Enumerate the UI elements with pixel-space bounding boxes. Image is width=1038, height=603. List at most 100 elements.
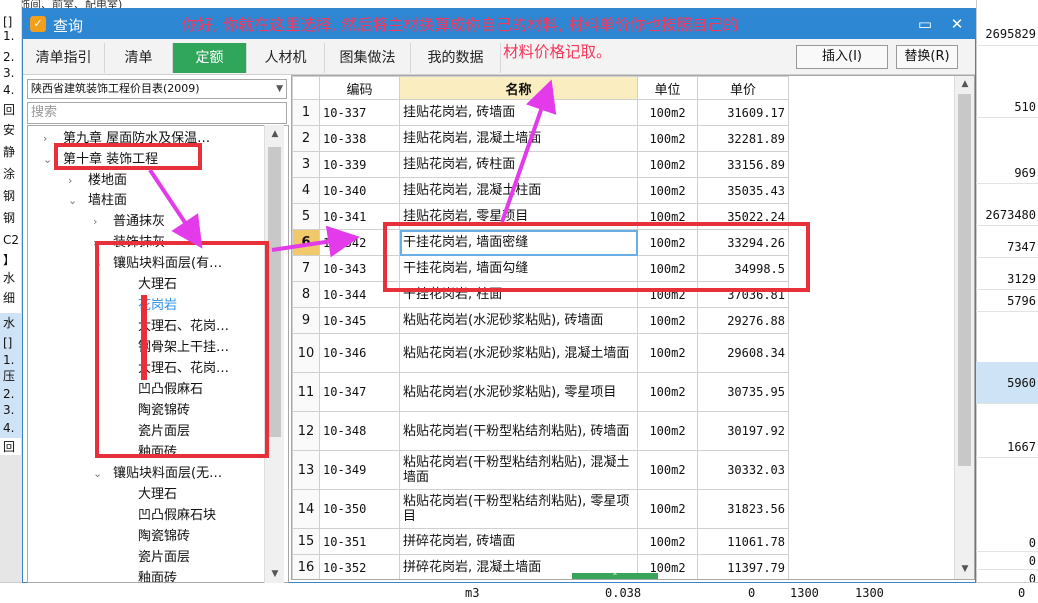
row-index[interactable]: 6: [292, 229, 320, 256]
chevron-right-icon[interactable]: ›: [68, 170, 80, 191]
table-row[interactable]: 14 10-350 粘贴花岗岩(干粉型粘结剂粘贴), 零星项目 100m2 31823.…: [292, 489, 789, 529]
close-icon[interactable]: ✕: [947, 14, 967, 34]
chevron-down-icon[interactable]: ⌄: [93, 463, 105, 484]
row-unit[interactable]: 100m2: [637, 411, 698, 451]
row-price[interactable]: 30735.95: [697, 372, 789, 412]
maximize-icon[interactable]: ▭: [915, 14, 935, 34]
col-code-header[interactable]: 编码: [319, 76, 400, 100]
row-code[interactable]: 10-350: [319, 489, 400, 529]
row-price[interactable]: 30332.03: [697, 450, 789, 490]
tree-item[interactable]: › 楼地面: [68, 170, 127, 191]
row-unit[interactable]: 100m2: [637, 528, 698, 555]
row-unit[interactable]: 100m2: [637, 450, 698, 490]
row-index[interactable]: 11: [292, 372, 320, 412]
scroll-down-icon[interactable]: ▼: [265, 565, 285, 583]
row-index[interactable]: 8: [292, 281, 320, 308]
row-code[interactable]: 10-347: [319, 372, 400, 412]
table-row[interactable]: 11 10-347 粘贴花岗岩(水泥砂浆粘贴), 零星项目 100m2 30735.95: [292, 372, 789, 412]
insert-button[interactable]: 插入(I): [796, 45, 888, 69]
row-unit[interactable]: 100m2: [637, 177, 698, 204]
tab-my-data[interactable]: 我的数据: [411, 43, 501, 73]
tree-item[interactable]: 釉面砖: [138, 568, 177, 582]
row-index[interactable]: 10: [292, 333, 320, 373]
col-name-header[interactable]: 名称: [399, 76, 638, 100]
chevron-down-icon[interactable]: ⌄: [68, 190, 80, 211]
library-select[interactable]: 陕西省建筑装饰工程价目表(2009) ▼: [27, 79, 287, 99]
row-code[interactable]: 10-351: [319, 528, 400, 555]
row-index[interactable]: 5: [292, 203, 320, 230]
row-name[interactable]: 粘贴花岗岩(水泥砂浆粘贴), 零星项目: [399, 372, 638, 412]
tab-list[interactable]: 清单: [105, 43, 173, 73]
row-price[interactable]: 29608.34: [697, 333, 789, 373]
table-row[interactable]: 1 10-337 挂贴花岗岩, 砖墙面 100m2 31609.17: [292, 99, 789, 126]
tree-item[interactable]: › 普通抹灰: [93, 211, 165, 232]
row-price[interactable]: 11397.79: [697, 554, 789, 579]
row-price[interactable]: 32281.89: [697, 125, 789, 152]
row-code[interactable]: 10-348: [319, 411, 400, 451]
grid-scrollbar[interactable]: ▲ ▼: [954, 76, 974, 579]
row-index[interactable]: 7: [292, 255, 320, 282]
table-row[interactable]: 3 10-339 挂贴花岗岩, 砖柱面 100m2 33156.89: [292, 151, 789, 178]
col-price-header[interactable]: 单价: [697, 76, 789, 100]
row-code[interactable]: 10-349: [319, 450, 400, 490]
scroll-up-icon[interactable]: ▲: [265, 125, 285, 143]
row-code[interactable]: 10-338: [319, 125, 400, 152]
row-code[interactable]: 10-345: [319, 307, 400, 334]
table-row[interactable]: 10 10-346 粘贴花岗岩(水泥砂浆粘贴), 混凝土墙面 100m2 29608.3…: [292, 333, 789, 373]
table-row[interactable]: 2 10-338 挂贴花岗岩, 混凝土墙面 100m2 32281.89: [292, 125, 789, 152]
row-unit[interactable]: 100m2: [637, 489, 698, 529]
row-name[interactable]: 挂贴花岗岩, 混凝土柱面: [399, 177, 638, 204]
row-index[interactable]: 4: [292, 177, 320, 204]
tree-item[interactable]: 大理石: [138, 484, 177, 505]
tree-item[interactable]: 凹凸假麻石块: [138, 505, 216, 526]
row-name[interactable]: 粘贴花岗岩(干粉型粘结剂粘贴), 混凝土墙面: [399, 450, 638, 490]
row-unit[interactable]: 100m2: [637, 333, 698, 373]
tab-atlas-method[interactable]: 图集做法: [325, 43, 411, 73]
tab-list-guide[interactable]: 清单指引: [23, 43, 105, 73]
row-unit[interactable]: 100m2: [637, 307, 698, 334]
row-name[interactable]: 粘贴花岗岩(水泥砂浆粘贴), 混凝土墙面: [399, 333, 638, 373]
row-name[interactable]: 拼碎花岗岩, 砖墙面: [399, 528, 638, 555]
tree-scroll-thumb[interactable]: [268, 147, 281, 437]
row-name[interactable]: 挂贴花岗岩, 砖柱面: [399, 151, 638, 178]
scroll-down-icon[interactable]: ▼: [955, 561, 974, 577]
row-price[interactable]: 31609.17: [697, 99, 789, 126]
row-price[interactable]: 33156.89: [697, 151, 789, 178]
row-name[interactable]: 粘贴花岗岩(干粉型粘结剂粘贴), 砖墙面: [399, 411, 638, 451]
table-row[interactable]: 15 10-351 拼碎花岗岩, 砖墙面 100m2 11061.78: [292, 528, 789, 555]
table-row[interactable]: 13 10-349 粘贴花岗岩(干粉型粘结剂粘贴), 混凝土墙面 100m2 30332…: [292, 450, 789, 490]
row-code[interactable]: 10-339: [319, 151, 400, 178]
replace-button[interactable]: 替换(R): [896, 45, 958, 69]
scroll-up-icon[interactable]: ▲: [955, 76, 974, 92]
tree-item[interactable]: 陶瓷锦砖: [138, 526, 190, 547]
row-name[interactable]: 挂贴花岗岩, 混凝土墙面: [399, 125, 638, 152]
row-price[interactable]: 35035.43: [697, 177, 789, 204]
row-price[interactable]: 31823.56: [697, 489, 789, 529]
table-row[interactable]: 16 10-352 拼碎花岗岩, 混凝土墙面 100m2 11397.79: [292, 554, 789, 579]
row-name[interactable]: 挂贴花岗岩, 砖墙面: [399, 99, 638, 126]
table-row[interactable]: 4 10-340 挂贴花岗岩, 混凝土柱面 100m2 35035.43: [292, 177, 789, 204]
row-index[interactable]: 12: [292, 411, 320, 451]
row-unit[interactable]: 100m2: [637, 125, 698, 152]
row-index[interactable]: 9: [292, 307, 320, 334]
row-price[interactable]: 29276.88: [697, 307, 789, 334]
row-price[interactable]: 11061.78: [697, 528, 789, 555]
row-code[interactable]: 10-337: [319, 99, 400, 126]
row-name[interactable]: 粘贴花岗岩(干粉型粘结剂粘贴), 零星项目: [399, 489, 638, 529]
row-index[interactable]: 1: [292, 99, 320, 126]
row-unit[interactable]: 100m2: [637, 151, 698, 178]
row-code[interactable]: 10-352: [319, 554, 400, 579]
tree-item[interactable]: 瓷片面层: [138, 547, 190, 568]
row-index[interactable]: 13: [292, 450, 320, 490]
row-index[interactable]: 15: [292, 528, 320, 555]
row-name[interactable]: 粘贴花岗岩(水泥砂浆粘贴), 砖墙面: [399, 307, 638, 334]
row-unit[interactable]: 100m2: [637, 99, 698, 126]
row-index[interactable]: 3: [292, 151, 320, 178]
row-unit[interactable]: 100m2: [637, 372, 698, 412]
tree-item[interactable]: ⌄ 墙柱面: [68, 190, 127, 211]
tree-item[interactable]: ⌄ 镶贴块料面层(无…: [93, 463, 222, 484]
collapse-handle-icon[interactable]: ⌃: [572, 573, 658, 579]
row-code[interactable]: 10-346: [319, 333, 400, 373]
row-index[interactable]: 16: [292, 554, 320, 579]
search-input[interactable]: 搜索: [27, 102, 287, 124]
